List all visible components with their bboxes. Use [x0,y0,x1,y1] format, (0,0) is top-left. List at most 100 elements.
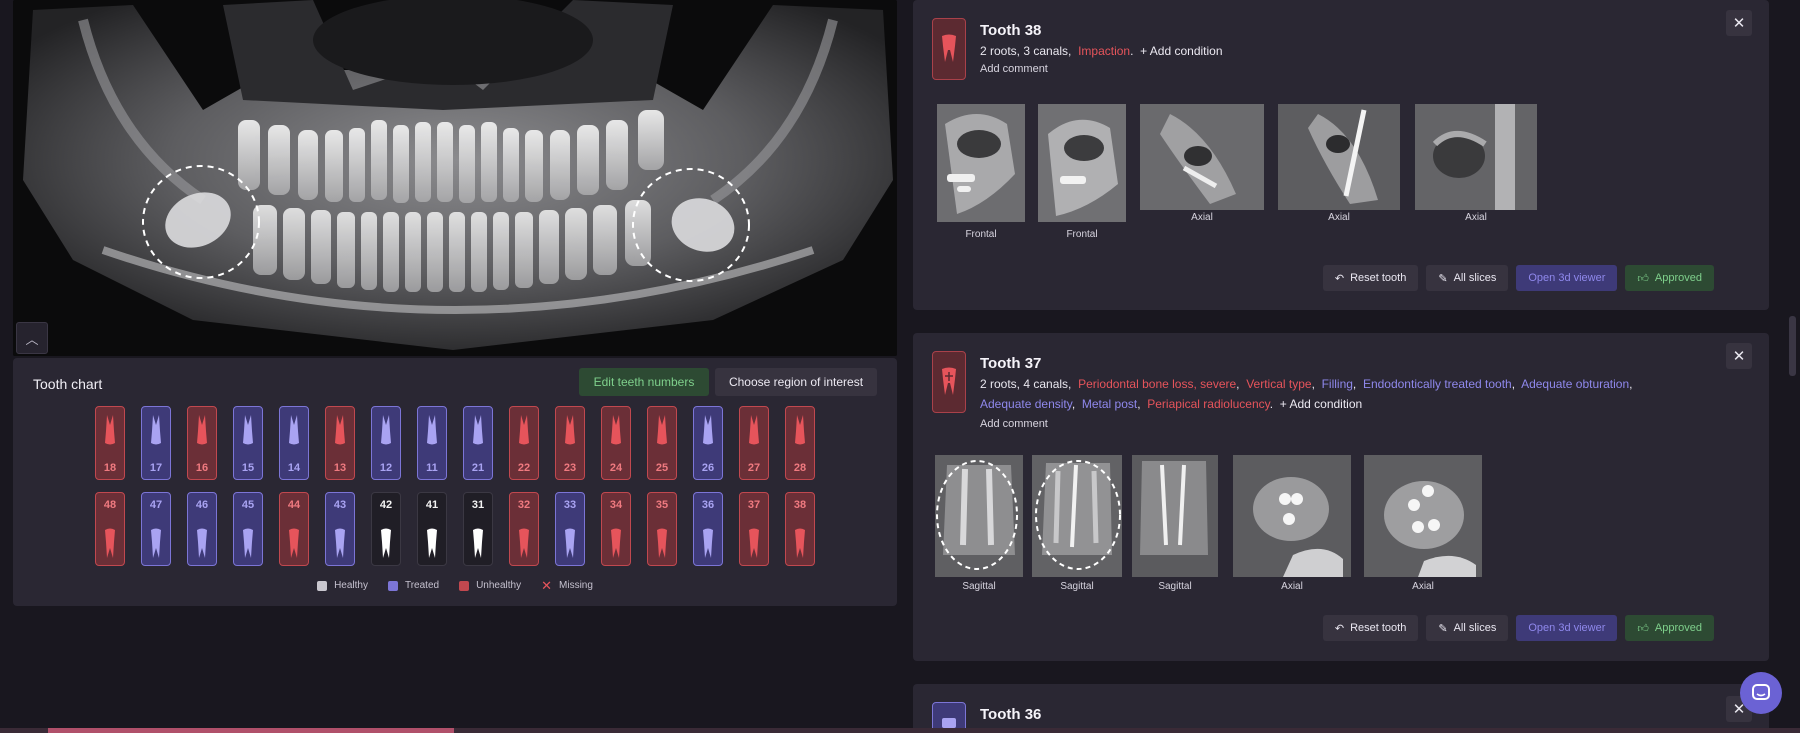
tooth-chart-item-35[interactable]: 35 [647,492,677,566]
condition-tag[interactable]: Periapical radiolucency [1147,397,1270,411]
tooth-chart-item-11[interactable]: 11 [417,406,447,480]
tooth-chart-item-18[interactable]: 18 [95,406,125,480]
tooth-number: 26 [701,462,715,474]
slice-thumbnail[interactable] [935,455,1023,577]
tooth-chart-item-14[interactable]: 14 [279,406,309,480]
add-comment-link[interactable]: Add comment [980,63,1048,75]
tooth-glyph-icon [473,415,483,445]
tooth-chart-item-22[interactable]: 22 [509,406,539,480]
tooth-chart-item-38[interactable]: 38 [785,492,815,566]
tooth-chart-item-47[interactable]: 47 [141,492,171,566]
condition-tag[interactable]: Adequate obturation [1521,377,1629,391]
condition-tag[interactable]: Adequate density [980,397,1072,411]
tooth-chart-item-34[interactable]: 34 [601,492,631,566]
slice-label: Axial [1412,581,1434,592]
approved-button[interactable]: 👍︎ Approved [1625,265,1714,291]
open-3d-viewer-button[interactable]: Open 3d viewer [1516,265,1618,291]
slice-thumbnail[interactable] [1038,104,1126,222]
reset-tooth-button[interactable]: ↶ Reset tooth [1322,615,1419,641]
condition-tag[interactable]: Metal post [1082,397,1137,411]
tooth-chart-item-26[interactable]: 26 [693,406,723,480]
slice-thumbnail[interactable] [1132,455,1218,577]
tooth-chart-item-28[interactable]: 28 [785,406,815,480]
tooth-number: 17 [149,462,163,474]
slice-label: Sagittal [1060,581,1094,592]
tooth-chart-item-25[interactable]: 25 [647,406,677,480]
thumbs-up-icon: 👍︎ [1637,622,1649,635]
tooth-chart-item-23[interactable]: 23 [555,406,585,480]
edit-teeth-numbers-button[interactable]: Edit teeth numbers [579,368,709,396]
tooth-chart-title: Tooth chart [33,376,103,392]
add-condition-link[interactable]: + Add condition [1140,44,1222,58]
tooth-37-title: Tooth 37 [980,355,1042,372]
slice-thumbnail[interactable] [1140,104,1264,210]
close-card-button[interactable]: ✕ [1726,10,1752,36]
tooth-chart-legend: Healthy Treated Unhealthy ✕ Missing [13,579,897,592]
choose-region-button[interactable]: Choose region of interest [715,368,877,396]
tooth-chart-item-15[interactable]: 15 [233,406,263,480]
tooth-chart-item-42[interactable]: 42 [371,492,401,566]
add-condition-link[interactable]: + Add condition [1280,397,1362,411]
all-slices-button[interactable]: ✎ All slices [1426,615,1509,641]
tooth-chart-item-32[interactable]: 32 [509,492,539,566]
chat-button[interactable] [1740,672,1782,714]
tooth-chart-item-17[interactable]: 17 [141,406,171,480]
tooth-chart-item-16[interactable]: 16 [187,406,217,480]
tooth-glyph-icon [381,415,391,445]
tooth-glyph-icon [289,415,299,445]
reset-tooth-button[interactable]: ↶ Reset tooth [1322,265,1419,291]
condition-impaction[interactable]: Impaction [1078,44,1130,58]
slice-thumbnail[interactable] [1278,104,1400,210]
all-slices-button[interactable]: ✎ All slices [1426,265,1509,291]
tooth-chart-item-24[interactable]: 24 [601,406,631,480]
tooth-chart-item-13[interactable]: 13 [325,406,355,480]
tooth-chart-item-46[interactable]: 46 [187,492,217,566]
panoramic-xray[interactable] [13,0,897,356]
slice-thumbnail[interactable] [1233,455,1351,577]
tooth-glyph-icon [749,415,759,445]
tooth-37-conditions-line-2: Adequate density, Metal post, Periapical… [980,397,1363,411]
tooth-chart-item-27[interactable]: 27 [739,406,769,480]
slice-thumbnail[interactable] [937,104,1025,222]
tooth-chart-item-37[interactable]: 37 [739,492,769,566]
tooth-chart-item-31[interactable]: 31 [463,492,493,566]
tooth-chart-item-45[interactable]: 45 [233,492,263,566]
slice-thumbnail[interactable] [1415,104,1537,210]
approved-label: Approved [1654,622,1702,634]
open-3d-label: Open 3d viewer [1528,622,1606,634]
tooth-37-conditions-line-1: 2 roots, 4 canals, Periodontal bone loss… [980,377,1633,391]
scrollbar-thumb[interactable] [1789,316,1796,376]
tooth-chart-item-48[interactable]: 48 [95,492,125,566]
tooth-chart-item-21[interactable]: 21 [463,406,493,480]
approved-button[interactable]: 👍︎ Approved [1625,615,1714,641]
legend-treated: Treated [387,580,439,591]
ct-slice-image [1038,104,1126,222]
collapse-button[interactable]: ︿ [16,322,48,354]
close-card-button[interactable]: ✕ [1726,343,1752,369]
condition-tag[interactable]: Periodontal bone loss, severe [1078,377,1236,391]
slice-thumbnail[interactable] [1032,455,1122,577]
condition-tag[interactable]: Endodontically treated tooth [1363,377,1512,391]
slice-thumbnail[interactable] [1364,455,1482,577]
tooth-number: 27 [747,462,761,474]
tooth-chart-item-43[interactable]: 43 [325,492,355,566]
tooth-chart-item-44[interactable]: 44 [279,492,309,566]
tooth-chart-item-12[interactable]: 12 [371,406,401,480]
tooth-chart-item-36[interactable]: 36 [693,492,723,566]
tooth-glyph-icon [703,528,713,558]
upper-teeth-row: 18 17 16 15 14 13 12 11 21 22 23 24 25 26 27 28 [95,406,815,480]
tooth-number: 47 [149,499,163,511]
tooth-glyph-icon [105,415,115,445]
add-comment-link[interactable]: Add comment [980,418,1048,430]
tooth-37-icon [932,351,966,413]
reset-tooth-label: Reset tooth [1350,622,1407,634]
tooth-chart-item-41[interactable]: 41 [417,492,447,566]
condition-tag[interactable]: Vertical type [1246,377,1311,391]
tooth-glyph-icon [335,528,345,558]
tooth-glyph-icon [151,528,161,558]
tooth-glyph-icon [795,415,805,445]
roots-canals-text: 2 roots, 3 canals, [980,44,1072,58]
tooth-chart-item-33[interactable]: 33 [555,492,585,566]
condition-tag[interactable]: Filling [1322,377,1353,391]
open-3d-viewer-button[interactable]: Open 3d viewer [1516,615,1618,641]
